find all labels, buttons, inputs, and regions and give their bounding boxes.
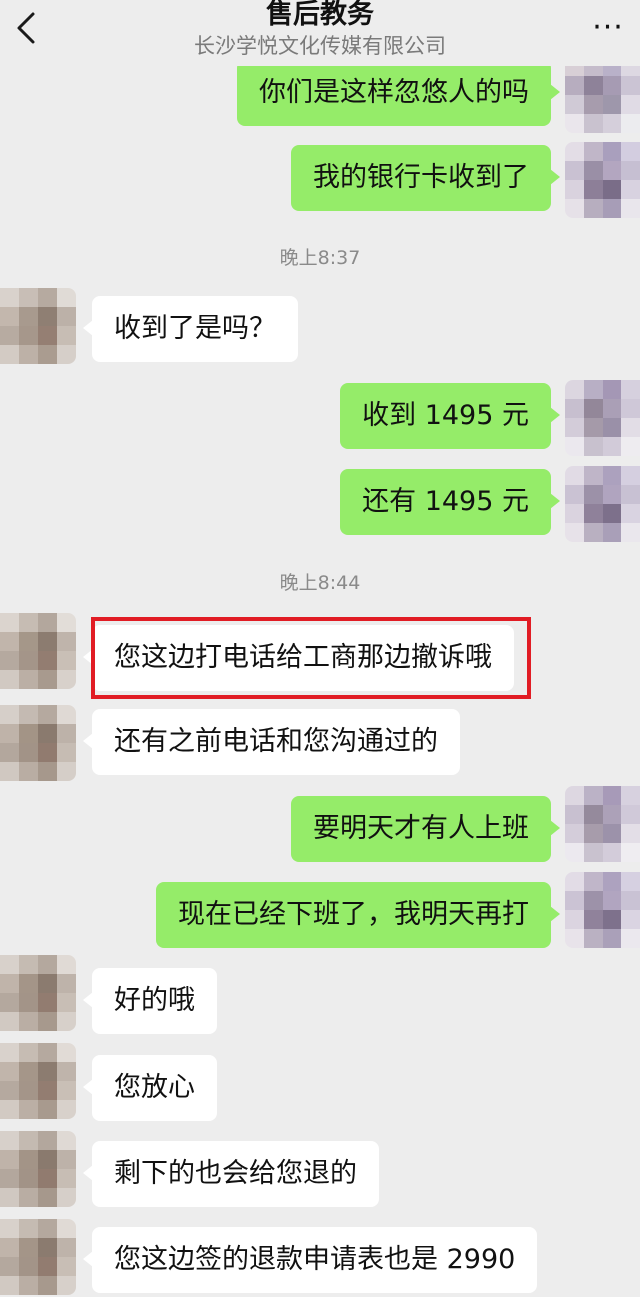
avatar-contact[interactable] <box>0 705 76 781</box>
avatar-contact[interactable] <box>0 1131 76 1207</box>
message-bubble-outgoing[interactable]: 现在已经下班了，我明天再打 <box>156 882 560 948</box>
message-bubble-incoming[interactable]: 好的哦 <box>83 968 217 1034</box>
message-bubble-incoming[interactable]: 您这边签的退款申请表也是 2990 <box>82 1227 538 1293</box>
avatar-self[interactable] <box>565 57 640 133</box>
avatar-self[interactable] <box>565 142 640 218</box>
avatar-contact[interactable] <box>0 1219 76 1295</box>
avatar-contact[interactable] <box>0 613 76 689</box>
avatar-contact[interactable] <box>0 1043 76 1119</box>
timestamp: 晚上8:37 <box>279 247 361 269</box>
avatar-self[interactable] <box>565 786 640 862</box>
message-bubble-incoming[interactable]: 您放心 <box>83 1055 217 1121</box>
message-bubble-outgoing[interactable]: 要明天才有人上班 <box>291 796 560 862</box>
timestamp: 晚上8:44 <box>279 572 361 594</box>
avatar-contact[interactable] <box>0 955 76 1031</box>
avatar-self[interactable] <box>565 872 640 948</box>
avatar-self[interactable] <box>565 466 640 542</box>
avatar-self[interactable] <box>565 380 640 456</box>
chat-header: 售后教务 长沙学悦文化传媒有限公司 ··· <box>0 0 640 66</box>
message-bubble-incoming[interactable]: 还有之前电话和您沟通过的 <box>83 709 460 775</box>
message-bubble-outgoing[interactable]: 收到 1495 元 <box>340 383 560 449</box>
message-bubble-outgoing[interactable]: 你们是这样忽悠人的吗 <box>237 60 560 126</box>
avatar-contact[interactable] <box>0 288 76 364</box>
message-bubble-outgoing[interactable]: 我的银行卡收到了 <box>291 145 560 211</box>
chat-title: 售后教务 <box>266 0 374 30</box>
message-bubble-incoming[interactable]: 收到了是吗？ <box>83 296 298 362</box>
highlight-box <box>91 617 531 699</box>
chat-subtitle: 长沙学悦文化传媒有限公司 <box>194 34 446 58</box>
more-options-button[interactable]: ··· <box>590 10 626 46</box>
more-dots-icon: ··· <box>592 10 624 45</box>
message-bubble-incoming[interactable]: 剩下的也会给您退的 <box>83 1141 379 1207</box>
message-bubble-outgoing[interactable]: 还有 1495 元 <box>340 469 560 535</box>
